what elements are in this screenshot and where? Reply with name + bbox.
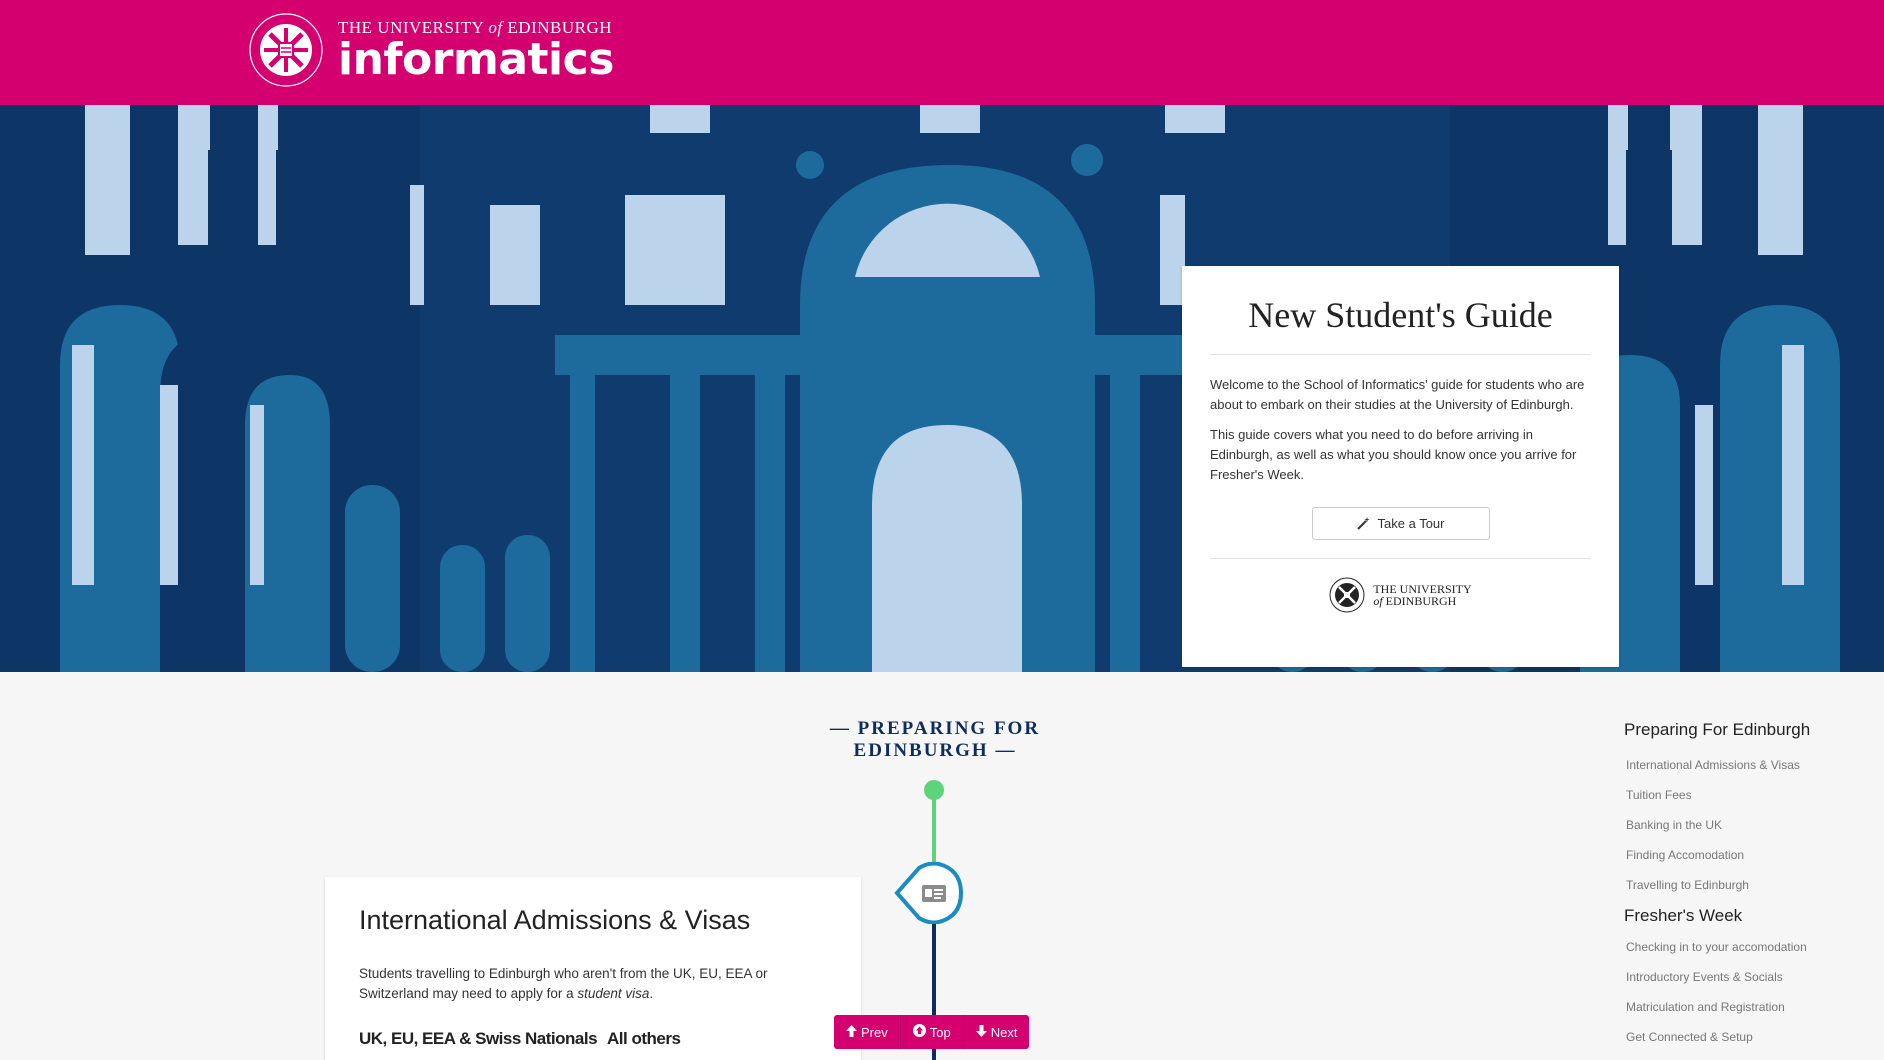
id-card-icon [922, 885, 946, 902]
university-crest-icon [249, 13, 323, 87]
university-crest-icon [1329, 577, 1365, 613]
guide-intro-text: Welcome to the School of Informatics' gu… [1210, 377, 1585, 412]
university-footer-logo: THE UNIVERSITY of EDINBURGH [1210, 577, 1591, 613]
section-card-admissions: International Admissions & Visas Student… [325, 877, 861, 1060]
sidebar-item-travelling[interactable]: Travelling to Edinburgh [1626, 876, 1854, 894]
sidebar-item-banking[interactable]: Banking in the UK [1626, 816, 1854, 834]
next-button[interactable]: Next [963, 1015, 1030, 1049]
sidebar-group-preparing[interactable]: Preparing For Edinburgh [1624, 720, 1854, 740]
sidebar-item-accomodation[interactable]: Finding Accomodation [1626, 846, 1854, 864]
guide-title: New Student's Guide [1210, 294, 1591, 355]
brand-wordmark: informatics [338, 34, 614, 85]
hero-illustration: New Student's Guide Welcome to the Schoo… [0, 105, 1884, 672]
site-header: THE UNIVERSITY of EDINBURGH informatics [0, 0, 1884, 105]
floating-nav: Prev Top Next [834, 1015, 1030, 1049]
sidebar-group-freshers[interactable]: Fresher's Week [1624, 906, 1854, 926]
site-logo[interactable]: THE UNIVERSITY of EDINBURGH informatics [248, 12, 614, 88]
column-heading-uk-eu: UK, EU, EEA & Swiss Nationals [359, 1029, 598, 1048]
section-title: — PREPARING FOR EDINBURGH — [829, 718, 1041, 761]
university-footer-wordmark: THE UNIVERSITY of EDINBURGH [1373, 582, 1472, 608]
sidebar-item-tuition-fees[interactable]: Tuition Fees [1626, 786, 1854, 804]
sidebar-item-get-connected[interactable]: Get Connected & Setup [1626, 1028, 1854, 1046]
arrow-down-icon [975, 1024, 987, 1040]
magic-wand-icon [1356, 517, 1370, 530]
section-sidebar: Preparing For Edinburgh International Ad… [1624, 720, 1854, 1058]
circle-arrow-up-icon [912, 1024, 926, 1040]
section-card-body: Students travelling to Edinburgh who are… [359, 966, 768, 1001]
sidebar-item-matriculation[interactable]: Matriculation and Registration [1626, 998, 1854, 1016]
timeline-start-dot [924, 780, 944, 800]
column-heading-all-others: All others [607, 1029, 681, 1048]
top-button[interactable]: Top [900, 1015, 964, 1049]
take-a-tour-label: Take a Tour [1377, 516, 1445, 531]
prev-button[interactable]: Prev [834, 1015, 901, 1049]
guide-covers-text: This guide covers what you need to do be… [1210, 427, 1577, 482]
sidebar-item-checking-in[interactable]: Checking in to your accomodation [1626, 938, 1854, 956]
section-card-title: International Admissions & Visas [359, 905, 751, 935]
timeline-marker [894, 862, 964, 924]
arrow-up-icon [846, 1024, 857, 1040]
card-divider [1210, 558, 1591, 559]
sidebar-item-admissions-visas[interactable]: International Admissions & Visas [1626, 756, 1854, 774]
sidebar-item-events[interactable]: Introductory Events & Socials [1626, 968, 1854, 986]
guide-intro-card: New Student's Guide Welcome to the Schoo… [1182, 266, 1619, 667]
take-a-tour-button[interactable]: Take a Tour [1311, 507, 1490, 540]
